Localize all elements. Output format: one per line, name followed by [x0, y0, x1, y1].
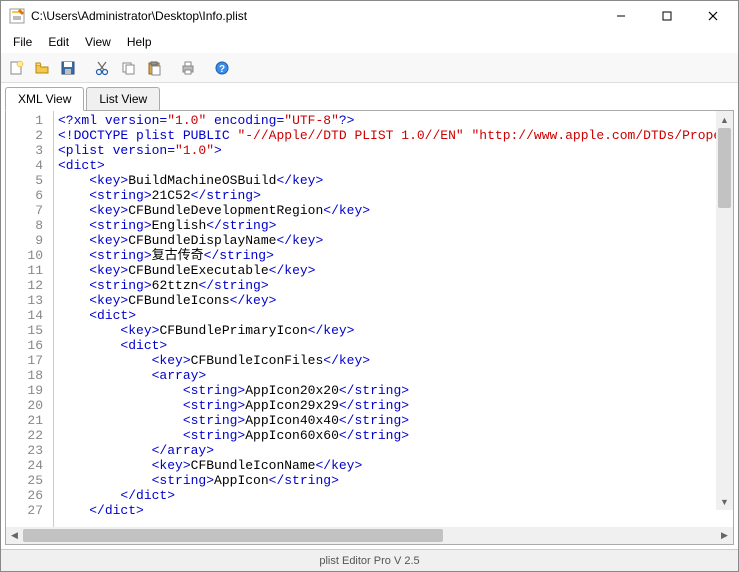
- window-title: C:\Users\Administrator\Desktop\Info.plis…: [31, 9, 598, 23]
- code-line[interactable]: <dict>: [58, 158, 729, 173]
- titlebar: C:\Users\Administrator\Desktop\Info.plis…: [1, 1, 738, 31]
- code-line[interactable]: <key>CFBundleIconName</key>: [58, 458, 729, 473]
- code-line[interactable]: </dict>: [58, 488, 729, 503]
- vertical-scroll-thumb[interactable]: [718, 128, 731, 208]
- line-number: 22: [6, 428, 53, 443]
- code-line[interactable]: <key>CFBundleExecutable</key>: [58, 263, 729, 278]
- menu-help[interactable]: Help: [119, 33, 160, 51]
- copy-button[interactable]: [117, 57, 139, 79]
- code-line[interactable]: <string>21C52</string>: [58, 188, 729, 203]
- code-line[interactable]: <dict>: [58, 308, 729, 323]
- scroll-right-icon[interactable]: ▶: [716, 527, 733, 544]
- status-app-version: plist Editor Pro V 2.5: [319, 555, 419, 567]
- paste-button[interactable]: [143, 57, 165, 79]
- scroll-down-icon[interactable]: ▼: [716, 493, 733, 510]
- toolbar: ?: [1, 53, 738, 83]
- code-line[interactable]: <key>CFBundleIconFiles</key>: [58, 353, 729, 368]
- svg-text:?: ?: [219, 64, 225, 75]
- code-line[interactable]: <?xml version="1.0" encoding="UTF-8"?>: [58, 113, 729, 128]
- line-number: 15: [6, 323, 53, 338]
- print-button[interactable]: [177, 57, 199, 79]
- line-number: 14: [6, 308, 53, 323]
- code-line[interactable]: <string>AppIcon40x40</string>: [58, 413, 729, 428]
- line-number: 21: [6, 413, 53, 428]
- code-line[interactable]: <string>English</string>: [58, 218, 729, 233]
- line-number: 20: [6, 398, 53, 413]
- code-line[interactable]: <string>AppIcon29x29</string>: [58, 398, 729, 413]
- tab-bar: XML View List View: [1, 83, 738, 111]
- menu-edit[interactable]: Edit: [40, 33, 77, 51]
- line-number: 26: [6, 488, 53, 503]
- code-line[interactable]: <key>BuildMachineOSBuild</key>: [58, 173, 729, 188]
- code-line[interactable]: <string>AppIcon60x60</string>: [58, 428, 729, 443]
- menubar: File Edit View Help: [1, 31, 738, 53]
- line-number: 9: [6, 233, 53, 248]
- line-number: 19: [6, 383, 53, 398]
- code-line[interactable]: <string>AppIcon20x20</string>: [58, 383, 729, 398]
- line-number: 13: [6, 293, 53, 308]
- line-number: 5: [6, 173, 53, 188]
- help-button[interactable]: ?: [211, 57, 233, 79]
- line-number: 25: [6, 473, 53, 488]
- open-button[interactable]: [31, 57, 53, 79]
- window-controls: [598, 1, 736, 31]
- tab-list-view[interactable]: List View: [86, 87, 160, 111]
- line-number: 17: [6, 353, 53, 368]
- code-line[interactable]: <array>: [58, 368, 729, 383]
- save-button[interactable]: [57, 57, 79, 79]
- line-number: 11: [6, 263, 53, 278]
- line-number: 4: [6, 158, 53, 173]
- minimize-button[interactable]: [598, 1, 644, 31]
- code-line[interactable]: <key>CFBundleDisplayName</key>: [58, 233, 729, 248]
- line-number: 12: [6, 278, 53, 293]
- line-number: 16: [6, 338, 53, 353]
- line-number: 10: [6, 248, 53, 263]
- code-line[interactable]: <key>CFBundlePrimaryIcon</key>: [58, 323, 729, 338]
- statusbar: plist Editor Pro V 2.5: [1, 549, 738, 571]
- maximize-button[interactable]: [644, 1, 690, 31]
- app-icon: [9, 8, 25, 24]
- tab-xml-view[interactable]: XML View: [5, 87, 84, 111]
- horizontal-scrollbar[interactable]: ◀ ▶: [6, 527, 733, 544]
- menu-file[interactable]: File: [5, 33, 40, 51]
- scroll-left-icon[interactable]: ◀: [6, 527, 23, 544]
- line-number: 3: [6, 143, 53, 158]
- code-line[interactable]: <!DOCTYPE plist PUBLIC "-//Apple//DTD PL…: [58, 128, 729, 143]
- code-line[interactable]: <string>复古传奇</string>: [58, 248, 729, 263]
- line-number: 8: [6, 218, 53, 233]
- line-number: 18: [6, 368, 53, 383]
- code-area[interactable]: <?xml version="1.0" encoding="UTF-8"?><!…: [54, 111, 733, 527]
- code-line[interactable]: </dict>: [58, 503, 729, 518]
- line-number: 6: [6, 188, 53, 203]
- editor[interactable]: 1234567891011121314151617181920212223242…: [6, 111, 733, 527]
- new-button[interactable]: [5, 57, 27, 79]
- code-line[interactable]: <string>AppIcon</string>: [58, 473, 729, 488]
- horizontal-scroll-thumb[interactable]: [23, 529, 443, 542]
- code-line[interactable]: <plist version="1.0">: [58, 143, 729, 158]
- code-line[interactable]: <dict>: [58, 338, 729, 353]
- cut-button[interactable]: [91, 57, 113, 79]
- menu-view[interactable]: View: [77, 33, 119, 51]
- code-line[interactable]: <key>CFBundleDevelopmentRegion</key>: [58, 203, 729, 218]
- vertical-scrollbar[interactable]: ▲ ▼: [716, 111, 733, 510]
- line-number-gutter: 1234567891011121314151617181920212223242…: [6, 111, 54, 527]
- line-number: 2: [6, 128, 53, 143]
- code-line[interactable]: <key>CFBundleIcons</key>: [58, 293, 729, 308]
- line-number: 23: [6, 443, 53, 458]
- line-number: 1: [6, 113, 53, 128]
- line-number: 27: [6, 503, 53, 518]
- scroll-up-icon[interactable]: ▲: [716, 111, 733, 128]
- line-number: 24: [6, 458, 53, 473]
- code-line[interactable]: </array>: [58, 443, 729, 458]
- code-line[interactable]: <string>62ttzn</string>: [58, 278, 729, 293]
- close-button[interactable]: [690, 1, 736, 31]
- line-number: 7: [6, 203, 53, 218]
- editor-container: 1234567891011121314151617181920212223242…: [5, 110, 734, 545]
